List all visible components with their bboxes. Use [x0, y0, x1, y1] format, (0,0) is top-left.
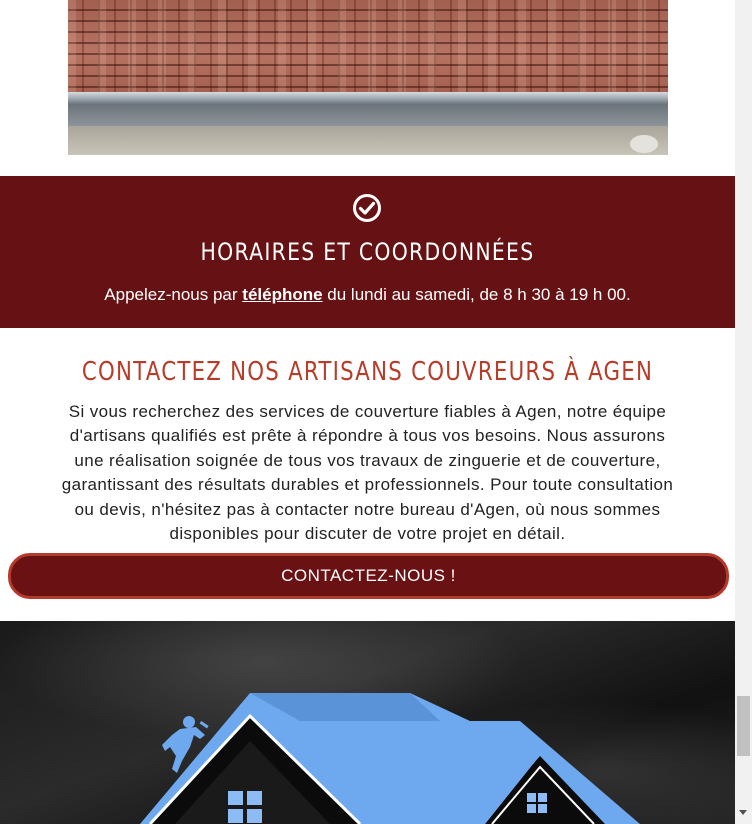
description-line: garantissant des résultats durables et p…: [61, 475, 674, 495]
scrollbar-thumb[interactable]: [737, 696, 750, 756]
roof-tiles-photo: [68, 0, 668, 155]
scroll-down-arrow-icon[interactable]: [739, 810, 747, 815]
page: HORAIRES ET COORDONNÉES Appelez-nous par…: [0, 0, 735, 824]
contact-description: Si vous recherchez des services de couve…: [14, 400, 721, 546]
hours-contact-band: HORAIRES ET COORDONNÉES Appelez-nous par…: [0, 176, 735, 328]
house-logo-banner: [0, 621, 735, 824]
contact-title: CONTACTEZ NOS ARTISANS COUVREURS À AGEN: [81, 357, 654, 387]
hours-title: HORAIRES ET COORDONNÉES: [200, 238, 535, 266]
description-line: d'artisans qualifiés est prête à répondr…: [69, 426, 666, 446]
vertical-scrollbar[interactable]: [735, 0, 752, 824]
description-line: une réalisation soignée de tous vos trav…: [74, 450, 661, 470]
contact-us-button[interactable]: CONTACTEZ-NOUS !: [8, 553, 729, 599]
description-line: Si vous recherchez des services de couve…: [68, 402, 667, 421]
phone-link[interactable]: téléphone: [242, 285, 322, 304]
description-line: disponibles pour discuter de votre proje…: [169, 524, 566, 544]
hours-text: Appelez-nous par téléphone du lundi au s…: [104, 285, 631, 304]
description-line: ou devis, n'hésitez pas à contacter notr…: [74, 499, 661, 519]
house-logo-icon: [140, 693, 640, 824]
check-circle-icon: [353, 194, 381, 222]
